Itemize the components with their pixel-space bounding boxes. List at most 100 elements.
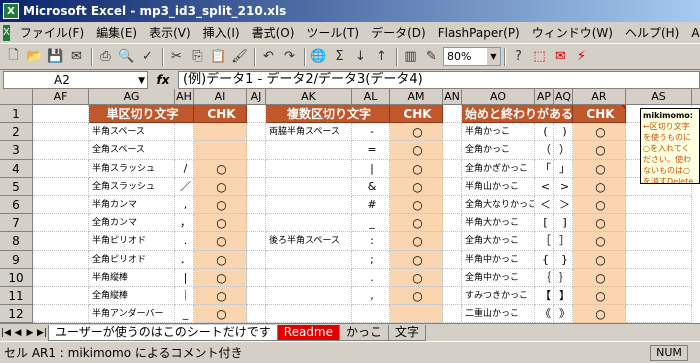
open-icon[interactable]: 📂 (25, 47, 44, 67)
table1-chk[interactable]: ○ (194, 177, 247, 196)
table1-symbol[interactable]: , (175, 196, 194, 215)
prev-sheet-icon[interactable]: ◀ (12, 328, 24, 338)
table3-label[interactable]: 二重山かっこ (462, 305, 535, 323)
table3-close[interactable]: ］ (554, 232, 573, 251)
cell[interactable] (247, 159, 266, 178)
row-header[interactable]: 9 (0, 250, 33, 269)
cell[interactable] (33, 305, 89, 323)
cell[interactable] (443, 141, 462, 160)
table3-label[interactable]: 全角大かっこ (462, 232, 535, 251)
table1-label[interactable]: 半角カンマ (89, 196, 175, 215)
table3-chk[interactable]: ○ (573, 177, 626, 196)
table2-chk[interactable]: ○ (390, 141, 443, 160)
row-header[interactable]: 3 (0, 141, 33, 160)
column-header[interactable]: AF (33, 89, 89, 105)
table1-chk[interactable]: ○ (194, 268, 247, 287)
table3-chk[interactable]: ○ (573, 287, 626, 306)
section-chk-header[interactable]: CHK (573, 105, 626, 124)
row-header[interactable]: 1 (0, 105, 33, 124)
hyperlink-icon[interactable]: 🌐 (309, 47, 328, 67)
table1-symbol[interactable]: _ (175, 305, 194, 323)
cell[interactable] (33, 250, 89, 269)
table1-symbol[interactable]: ． (175, 250, 194, 269)
workbook-icon[interactable]: X (3, 24, 10, 41)
cell[interactable] (247, 268, 266, 287)
table1-label[interactable]: 全角スラッシュ (89, 177, 175, 196)
table2-symbol[interactable]: = (352, 141, 390, 160)
cell[interactable] (443, 196, 462, 215)
table2-label[interactable] (266, 159, 352, 178)
row-header[interactable]: 2 (0, 123, 33, 142)
cell[interactable] (626, 268, 692, 287)
table2-symbol[interactable]: _ (352, 214, 390, 233)
table2-chk[interactable] (390, 305, 443, 323)
table3-close[interactable]: 】 (554, 287, 573, 306)
table2-label[interactable] (266, 287, 352, 306)
table1-symbol[interactable] (175, 141, 194, 160)
table2-chk[interactable]: ○ (390, 250, 443, 269)
menu-item-6[interactable]: データ(D) (365, 24, 432, 41)
menu-item-3[interactable]: 挿入(I) (197, 24, 246, 41)
table1-chk[interactable]: ○ (194, 159, 247, 178)
table1-label[interactable]: 半角スラッシュ (89, 159, 175, 178)
cell[interactable] (626, 250, 692, 269)
spelling-icon[interactable]: ✓ (138, 47, 157, 67)
table3-chk[interactable]: ○ (573, 232, 626, 251)
cell[interactable] (443, 105, 462, 124)
column-header[interactable]: AG (89, 89, 175, 105)
table2-symbol[interactable]: , (352, 287, 390, 306)
table2-chk[interactable]: ○ (390, 196, 443, 215)
cell[interactable] (33, 105, 89, 124)
cell[interactable] (33, 268, 89, 287)
table2-label[interactable] (266, 196, 352, 215)
column-header[interactable]: AK (266, 89, 352, 105)
table2-symbol[interactable]: ; (352, 250, 390, 269)
table2-label[interactable] (266, 268, 352, 287)
section-chk-header[interactable]: CHK (390, 105, 443, 124)
row-header[interactable]: 8 (0, 232, 33, 251)
cell[interactable] (443, 159, 462, 178)
table3-label[interactable]: 全角かっこ (462, 141, 535, 160)
cell[interactable] (247, 196, 266, 215)
cell[interactable] (33, 232, 89, 251)
cell[interactable] (33, 214, 89, 233)
table1-chk[interactable]: ○ (194, 214, 247, 233)
table3-open[interactable]: ＜ (535, 196, 554, 215)
cell[interactable] (443, 177, 462, 196)
table1-symbol[interactable]: ， (175, 214, 194, 233)
table1-label[interactable]: 全角縦棒 (89, 287, 175, 306)
table2-symbol[interactable]: # (352, 196, 390, 215)
row-header[interactable]: 10 (0, 268, 33, 287)
table3-close[interactable]: ） (554, 141, 573, 160)
tab-readme[interactable]: Readme (276, 324, 340, 341)
table1-label[interactable]: 半角ピリオド (89, 232, 175, 251)
column-header[interactable]: AQ (554, 89, 573, 105)
cell[interactable] (443, 305, 462, 323)
row-header[interactable]: 6 (0, 196, 33, 215)
table3-chk[interactable]: ○ (573, 250, 626, 269)
table3-open[interactable]: 【 (535, 287, 554, 306)
table3-label[interactable]: 半角大かっこ (462, 214, 535, 233)
cell[interactable] (247, 232, 266, 251)
table2-symbol[interactable]: - (352, 123, 390, 142)
format-painter-icon[interactable]: 🖌 (230, 47, 249, 67)
cell[interactable] (33, 177, 89, 196)
table3-chk[interactable]: ○ (573, 196, 626, 215)
table3-chk[interactable]: ○ (573, 123, 626, 142)
table1-symbol[interactable]: | (175, 268, 194, 287)
table2-chk[interactable]: ○ (390, 123, 443, 142)
table3-open[interactable]: （ (535, 141, 554, 160)
menu-item-10[interactable]: Adobe (685, 26, 700, 40)
table3-open[interactable]: [ (535, 214, 554, 233)
menu-item-9[interactable]: ヘルプ(H) (619, 24, 685, 41)
row-header[interactable]: 12 (0, 305, 33, 323)
table3-open[interactable]: { (535, 250, 554, 269)
copy-icon[interactable]: ⎘ (188, 47, 207, 67)
table2-chk[interactable]: ○ (390, 287, 443, 306)
tab-user-sheet[interactable]: ユーザーが使うのはこのシートだけです (48, 324, 278, 341)
table3-close[interactable]: ) (554, 123, 573, 142)
paste-icon[interactable]: 📋 (209, 47, 228, 67)
table3-chk[interactable]: ○ (573, 268, 626, 287)
menu-item-8[interactable]: ウィンドウ(W) (526, 24, 619, 41)
table2-label[interactable] (266, 141, 352, 160)
